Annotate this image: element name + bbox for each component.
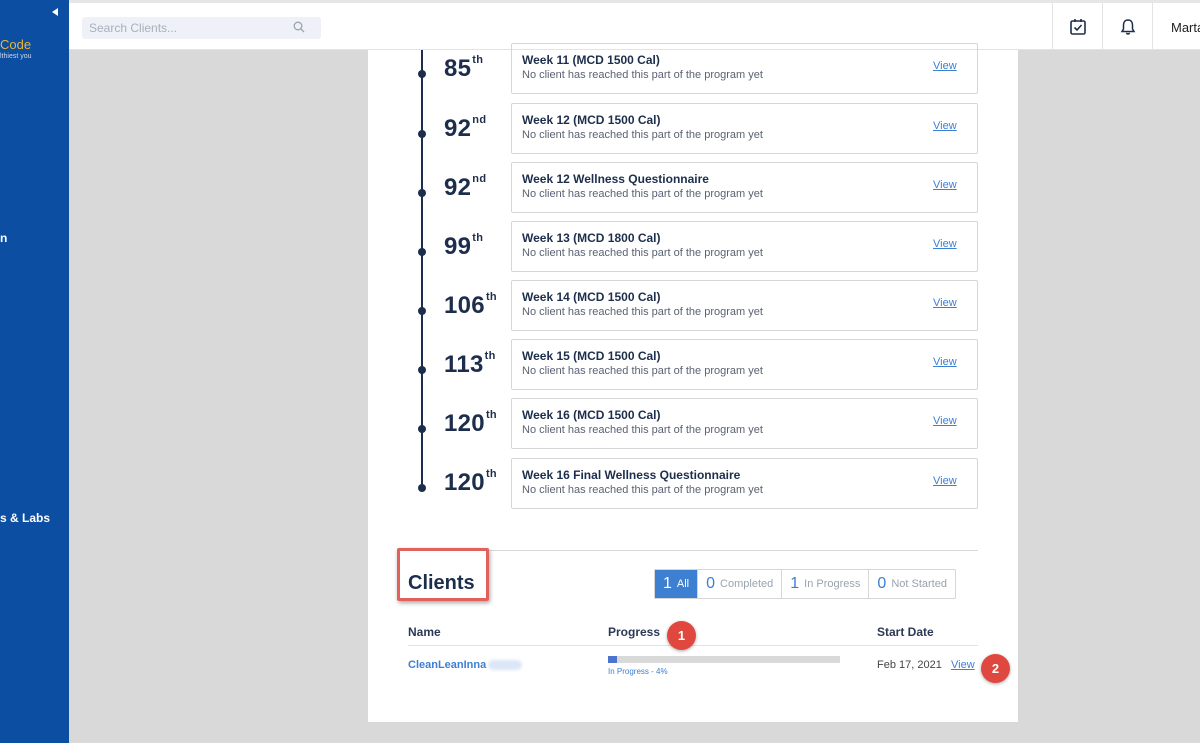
- day-label: 99th: [444, 232, 484, 260]
- search-box: [82, 17, 321, 39]
- filter-label: All: [676, 578, 690, 590]
- step-title: Week 12 Wellness Questionnaire: [522, 172, 709, 186]
- day-label: 120th: [444, 409, 497, 437]
- day-label: 120th: [444, 468, 497, 496]
- table-header-divider: [408, 645, 978, 646]
- step-title: Week 12 (MCD 1500 Cal): [522, 113, 661, 127]
- step-view-link[interactable]: View: [933, 120, 957, 132]
- step-view-link[interactable]: View: [933, 475, 957, 487]
- notifications-button[interactable]: [1102, 3, 1152, 50]
- step-card: Week 11 (MCD 1500 Cal) No client has rea…: [511, 43, 978, 94]
- filter-label: Completed: [720, 578, 774, 590]
- filter-count: 0: [706, 575, 716, 592]
- annotation-badge-2: 2: [981, 654, 1010, 683]
- logo-text: Code: [0, 37, 32, 52]
- user-name[interactable]: Marta: [1171, 20, 1200, 35]
- program-card: 85th Week 11 (MCD 1500 Cal) No client ha…: [368, 43, 1018, 722]
- timeline-dot: [418, 307, 426, 315]
- filter-count: 1: [663, 575, 672, 592]
- client-filter-tabs: 1 All 0 Completed 1 In Progress 0 Not Starte…: [654, 569, 956, 599]
- step-card: Week 15 (MCD 1500 Cal) No client has rea…: [511, 339, 978, 390]
- column-header-start-date: Start Date: [877, 625, 934, 639]
- step-title: Week 15 (MCD 1500 Cal): [522, 349, 661, 363]
- step-title: Week 14 (MCD 1500 Cal): [522, 290, 661, 304]
- filter-completed[interactable]: 0 Completed: [698, 570, 783, 598]
- step-subtitle: No client has reached this part of the p…: [522, 484, 763, 496]
- step-card: Week 16 (MCD 1500 Cal) No client has rea…: [511, 398, 978, 449]
- client-view-link[interactable]: View: [951, 659, 975, 671]
- day-label: 113th: [444, 350, 496, 378]
- search-icon[interactable]: [293, 21, 305, 33]
- start-date: Feb 17, 2021: [877, 659, 942, 671]
- section-divider: [408, 550, 978, 551]
- filter-label: In Progress: [804, 578, 861, 590]
- timeline-dot: [418, 484, 426, 492]
- step-view-link[interactable]: View: [933, 356, 957, 368]
- day-label: 92nd: [444, 114, 487, 142]
- filter-label: Not Started: [891, 578, 947, 590]
- bell-icon: [1120, 18, 1135, 35]
- timeline-dot: [418, 248, 426, 256]
- step-subtitle: No client has reached this part of the p…: [522, 69, 763, 81]
- column-header-name: Name: [408, 625, 441, 639]
- step-subtitle: No client has reached this part of the p…: [522, 188, 763, 200]
- step-title: Week 16 Final Wellness Questionnaire: [522, 468, 741, 482]
- step-card: Week 13 (MCD 1800 Cal) No client has rea…: [511, 221, 978, 272]
- highlight-annotation: [397, 548, 489, 601]
- progress-status: In Progress - 4%: [608, 667, 668, 676]
- step-subtitle: No client has reached this part of the p…: [522, 129, 763, 141]
- timeline-dot: [418, 189, 426, 197]
- step-title: Week 13 (MCD 1800 Cal): [522, 231, 661, 245]
- collapse-sidebar-icon[interactable]: [49, 5, 61, 19]
- timeline-dot: [418, 425, 426, 433]
- filter-count: 0: [877, 575, 887, 592]
- filter-count: 1: [790, 575, 800, 592]
- progress-bar: [608, 656, 840, 663]
- client-name-link[interactable]: CleanLeanInna: [408, 659, 523, 671]
- step-subtitle: No client has reached this part of the p…: [522, 247, 763, 259]
- step-title: Week 11 (MCD 1500 Cal): [522, 53, 660, 67]
- filter-not-started[interactable]: 0 Not Started: [869, 570, 955, 598]
- step-card: Week 16 Final Wellness Questionnaire No …: [511, 458, 978, 509]
- step-card: Week 12 Wellness Questionnaire No client…: [511, 162, 978, 213]
- step-title: Week 16 (MCD 1500 Cal): [522, 408, 661, 422]
- sidebar: Code lthiest you n s & Labs: [0, 0, 69, 743]
- timeline-dot: [418, 130, 426, 138]
- step-view-link[interactable]: View: [933, 297, 957, 309]
- step-view-link[interactable]: View: [933, 238, 957, 250]
- step-view-link[interactable]: View: [933, 415, 957, 427]
- step-view-link[interactable]: View: [933, 179, 957, 191]
- tasks-button[interactable]: [1052, 3, 1102, 50]
- step-card: Week 14 (MCD 1500 Cal) No client has rea…: [511, 280, 978, 331]
- column-header-progress: Progress: [608, 625, 661, 639]
- step-view-link[interactable]: View: [933, 60, 957, 72]
- step-subtitle: No client has reached this part of the p…: [522, 365, 763, 377]
- sidebar-item-1[interactable]: n: [0, 231, 7, 245]
- timeline-line: [421, 50, 423, 490]
- timeline-dot: [418, 366, 426, 374]
- step-subtitle: No client has reached this part of the p…: [522, 424, 763, 436]
- step-subtitle: No client has reached this part of the p…: [522, 306, 763, 318]
- filter-in-progress[interactable]: 1 In Progress: [782, 570, 870, 598]
- day-label: 85th: [444, 54, 484, 82]
- step-card: Week 12 (MCD 1500 Cal) No client has rea…: [511, 103, 978, 154]
- day-label: 106th: [444, 291, 497, 319]
- search-input[interactable]: [82, 17, 282, 39]
- checklist-icon: [1069, 18, 1086, 35]
- timeline-dot: [418, 70, 426, 78]
- logo-tagline: lthiest you: [0, 53, 32, 60]
- sidebar-item-labs[interactable]: s & Labs: [0, 511, 50, 525]
- day-label: 92nd: [444, 173, 487, 201]
- redacted-text: [488, 660, 523, 671]
- annotation-badge-1: 1: [667, 621, 696, 650]
- progress-fill: [608, 656, 618, 663]
- filter-all[interactable]: 1 All: [655, 570, 699, 598]
